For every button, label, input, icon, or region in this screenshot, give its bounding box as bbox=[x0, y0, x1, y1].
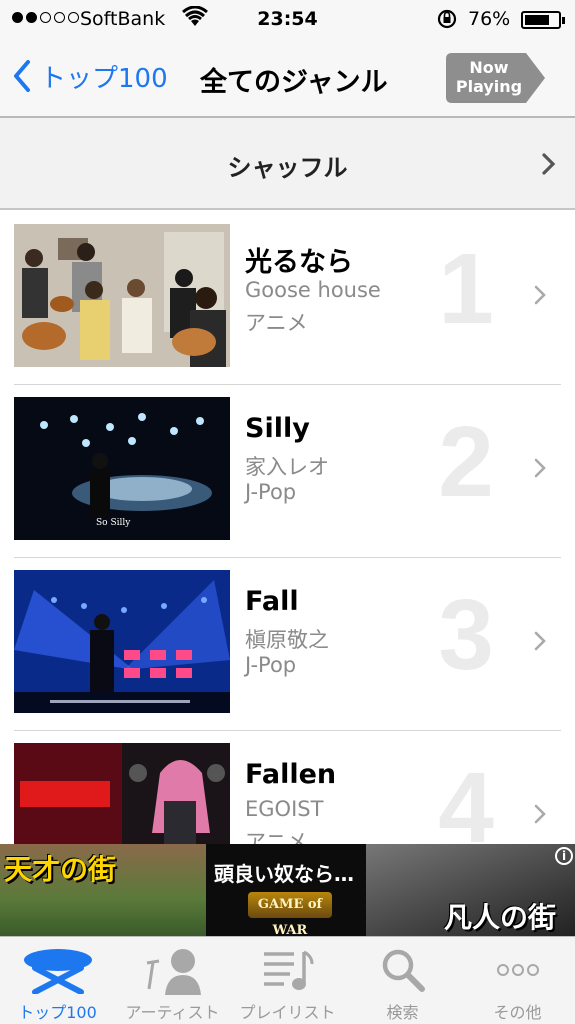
video-thumbnail bbox=[14, 570, 230, 713]
shuffle-label: シャッフル bbox=[227, 154, 348, 182]
rank-number: 2 bbox=[438, 406, 494, 518]
list-item[interactable]: So Silly Silly 家入レオ J-Pop 2 bbox=[0, 385, 575, 558]
song-list: 光るなら Goose house アニメ 1 So Silly Silly 家入… bbox=[0, 212, 575, 844]
tab-artist[interactable]: アーティスト bbox=[115, 937, 230, 1024]
song-genre: アニメ bbox=[245, 311, 308, 335]
song-title: 光るなら bbox=[245, 247, 353, 278]
chevron-right-icon bbox=[534, 285, 546, 305]
battery-icon bbox=[521, 11, 565, 29]
song-genre: J-Pop bbox=[245, 653, 297, 677]
tab-top100[interactable]: トップ100 bbox=[0, 937, 115, 1024]
now-playing-line1: Now bbox=[469, 58, 509, 77]
chevron-right-icon bbox=[534, 804, 546, 824]
rank-number: 1 bbox=[438, 233, 494, 345]
song-title: Silly bbox=[245, 413, 310, 444]
tab-label: トップ100 bbox=[18, 1003, 97, 1022]
search-icon bbox=[345, 943, 460, 997]
rank-number: 3 bbox=[438, 579, 494, 691]
song-title: Fallen bbox=[245, 759, 337, 790]
tab-label: アーティスト bbox=[125, 1003, 220, 1022]
back-button[interactable]: トップ100 bbox=[12, 54, 168, 98]
list-item[interactable]: Fallen EGOIST アニメ 4 bbox=[0, 731, 575, 844]
more-icon bbox=[460, 943, 575, 997]
tab-more[interactable]: その他 bbox=[460, 937, 575, 1024]
playlist-icon bbox=[230, 943, 345, 997]
navigation-bar: トップ100 全てのジャンル Now Playing bbox=[0, 40, 575, 118]
battery-percent: 76% bbox=[468, 8, 511, 30]
page-title: 全てのジャンル bbox=[200, 67, 388, 98]
video-thumbnail bbox=[14, 743, 230, 844]
tab-label: 検索 bbox=[386, 1003, 419, 1022]
list-item[interactable]: 光るなら Goose house アニメ 1 bbox=[0, 212, 575, 385]
chevron-right-icon bbox=[534, 458, 546, 478]
game-logo: GAME of WAR bbox=[248, 892, 332, 936]
status-bar: SoftBank 23:54 76% bbox=[0, 0, 575, 40]
song-artist: 家入レオ bbox=[245, 455, 329, 479]
tab-playlist[interactable]: プレイリスト bbox=[230, 937, 345, 1024]
ad-text-smart: 頭良い奴なら… bbox=[214, 862, 354, 886]
list-item[interactable]: Fall 槇原敬之 J-Pop 3 bbox=[0, 558, 575, 731]
chevron-right-icon bbox=[542, 153, 556, 175]
tab-bar: トップ100 アーティスト プレイリスト 検索 その他 bbox=[0, 936, 575, 1024]
tab-search[interactable]: 検索 bbox=[345, 937, 460, 1024]
song-genre: J-Pop bbox=[245, 480, 297, 504]
tab-label: プレイリスト bbox=[239, 1003, 336, 1022]
artist-icon bbox=[115, 943, 230, 997]
shuffle-button[interactable]: シャッフル bbox=[0, 118, 575, 210]
song-artist: EGOIST bbox=[245, 797, 324, 821]
chevron-right-icon bbox=[534, 631, 546, 651]
song-artist: 槇原敬之 bbox=[245, 628, 329, 652]
song-title: Fall bbox=[245, 586, 299, 617]
song-artist: Goose house bbox=[245, 278, 381, 302]
ad-info-icon[interactable]: i bbox=[555, 847, 573, 865]
now-playing-button[interactable]: Now Playing bbox=[446, 53, 546, 103]
ad-text-ordinary-town: 凡人の街 bbox=[444, 901, 557, 934]
now-playing-line2: Playing bbox=[455, 77, 523, 96]
tab-label: その他 bbox=[493, 1003, 542, 1022]
rank-number: 4 bbox=[438, 752, 494, 844]
video-caption: So Silly bbox=[96, 518, 131, 528]
ad-text-genius-town: 天才の街 bbox=[4, 853, 117, 886]
rotation-lock-icon bbox=[436, 8, 458, 35]
video-thumbnail: So Silly bbox=[14, 397, 230, 540]
top100-icon bbox=[0, 943, 115, 997]
song-genre: アニメ bbox=[245, 830, 308, 844]
back-button-label: トップ100 bbox=[40, 63, 168, 94]
ad-banner[interactable]: 天才の街 頭良い奴なら… GAME of WAR 凡人の街 i bbox=[0, 844, 575, 936]
video-thumbnail bbox=[14, 224, 230, 367]
back-chevron-icon bbox=[14, 60, 30, 92]
